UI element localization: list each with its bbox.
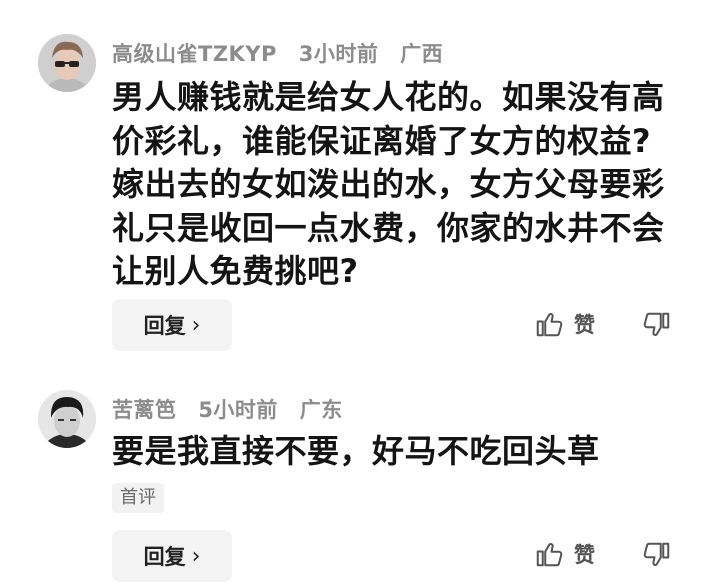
dislike-button[interactable]	[642, 540, 672, 574]
like-button[interactable]: 赞	[534, 309, 595, 339]
thumb-up-icon	[536, 313, 563, 337]
comment-line: 嫁出去的女如泼出的水，女方父母要彩	[112, 165, 665, 203]
first-comment-badge: 首评	[112, 483, 164, 513]
like-label: 赞	[574, 313, 595, 337]
comment-line: 让别人免费挑吧?	[112, 252, 359, 290]
dislike-button[interactable]	[642, 310, 672, 344]
user-avatar-image	[38, 390, 96, 448]
comment-line: 价彩礼，谁能保证离婚了女方的权益?	[112, 121, 652, 160]
thumb-down-icon	[643, 312, 670, 336]
comment-line: 男人赚钱就是给女人花的。如果没有高	[112, 78, 665, 116]
thumb-down-icon	[643, 542, 670, 566]
reply-label: 回复	[143, 545, 186, 569]
avatar[interactable]	[38, 390, 96, 448]
username[interactable]: 高级山雀TZKYP	[112, 42, 277, 66]
user-avatar-image	[38, 34, 96, 92]
avatar[interactable]	[38, 34, 96, 92]
comment-time: 3小时前	[298, 42, 379, 66]
comment-line: 礼只是收回一点水费，你家的水井不会	[112, 208, 665, 247]
comment-text: 要是我直接不要，好马不吃回头草	[112, 430, 672, 474]
chevron-right-icon: ›	[191, 312, 201, 338]
like-label: 赞	[574, 543, 595, 567]
reply-button[interactable]: 回复 ›	[112, 530, 232, 582]
comment-meta: 高级山雀TZKYP 3小时前 广西	[112, 38, 457, 68]
username[interactable]: 苦蓠笆	[112, 398, 177, 422]
comment-meta: 苦蓠笆 5小时前 广东	[112, 394, 357, 424]
like-button[interactable]: 赞	[534, 539, 595, 569]
reply-button[interactable]: 回复 ›	[112, 299, 232, 351]
comment-line: 要是我直接不要，好马不吃回头草	[112, 432, 600, 470]
chevron-right-icon: ›	[191, 543, 201, 569]
comment-location: 广东	[299, 398, 343, 422]
comment-time: 5小时前	[198, 398, 278, 422]
comment-location: 广西	[400, 42, 444, 66]
comment-text: 男人赚钱就是给女人花的。如果没有高 价彩礼，谁能保证离婚了女方的权益? 嫁出去的…	[112, 76, 672, 294]
reply-label: 回复	[143, 314, 186, 338]
thumb-up-icon	[536, 543, 563, 567]
